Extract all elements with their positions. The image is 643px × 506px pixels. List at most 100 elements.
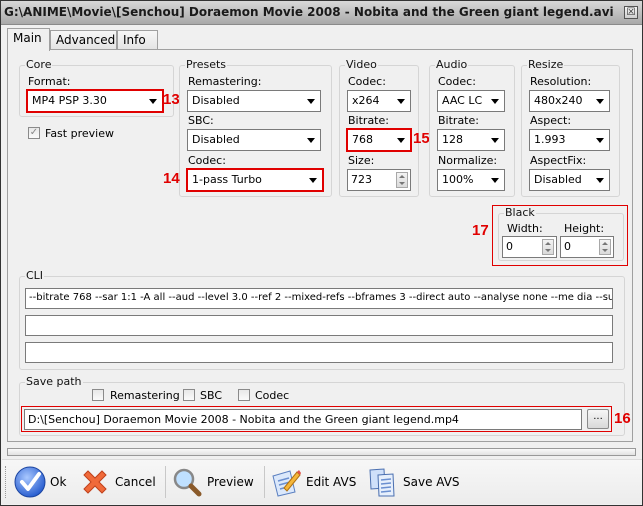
- cli-line-1[interactable]: --bitrate 768 --sar 1:1 -A all --aud --l…: [25, 288, 613, 309]
- chevron-down-icon: [491, 138, 499, 143]
- tab-info[interactable]: Info: [117, 30, 158, 50]
- resolution-select[interactable]: 480x240: [529, 90, 610, 112]
- chevron-down-icon: [307, 99, 315, 104]
- browse-button[interactable]: ...: [587, 409, 609, 429]
- annotation-17: 17: [472, 222, 489, 239]
- video-codec-select[interactable]: x264: [347, 90, 411, 112]
- audio-bitrate-label: Bitrate:: [438, 114, 479, 127]
- aspectfix-label: AspectFix:: [530, 154, 587, 167]
- encoder-window: G:\ANIME\Movie\[Senchou] Doraemon Movie …: [0, 0, 643, 506]
- save-path-input[interactable]: D:\[Senchou] Doraemon Movie 2008 - Nobit…: [24, 409, 582, 430]
- spinner-arrows-icon[interactable]: [396, 172, 408, 188]
- ok-button[interactable]: Ok: [14, 465, 66, 499]
- audio-group: Audio Codec: AAC LC Bitrate: 128 Normali…: [429, 58, 515, 197]
- bottom-toolbar: Ok Cancel Preview Edit AVS Save AVS: [2, 459, 642, 504]
- resolution-label: Resolution:: [530, 75, 592, 88]
- tab-advanced[interactable]: Advanced: [50, 30, 117, 50]
- aspect-select[interactable]: 1.993: [529, 129, 610, 151]
- spinner-arrows-icon[interactable]: [542, 239, 554, 255]
- save-codec-checkbox[interactable]: [238, 389, 250, 401]
- save-avs-label: Save AVS: [403, 475, 460, 489]
- toolbar-grip[interactable]: [5, 466, 8, 498]
- cli-group: CLI --bitrate 768 --sar 1:1 -A all --aud…: [19, 269, 625, 370]
- size-label: Size:: [348, 154, 375, 167]
- window-title: G:\ANIME\Movie\[Senchou] Doraemon Movie …: [4, 5, 614, 19]
- normalize-label: Normalize:: [438, 154, 498, 167]
- black-height-value: 0: [564, 240, 571, 253]
- save-remastering-checkbox[interactable]: [92, 389, 104, 401]
- edit-avs-label: Edit AVS: [306, 475, 357, 489]
- audio-codec-value: AAC LC: [442, 94, 483, 107]
- spinner-arrows-icon[interactable]: [599, 239, 611, 255]
- presets-group-label: Presets: [185, 58, 228, 71]
- sbc-select[interactable]: Disabled: [187, 129, 321, 151]
- core-group: Core Format: MP4 PSP 3.30: [19, 58, 174, 117]
- presets-group: Presets Remastering: Disabled SBC: Disab…: [179, 58, 332, 197]
- remastering-select[interactable]: Disabled: [187, 90, 321, 112]
- chevron-down-icon: [491, 99, 499, 104]
- audio-codec-select[interactable]: AAC LC: [437, 90, 505, 112]
- black-group-label: Black: [504, 206, 536, 219]
- resolution-value: 480x240: [534, 94, 583, 107]
- chevron-down-icon: [397, 99, 405, 104]
- video-codec-value: x264: [352, 94, 380, 107]
- remastering-value: Disabled: [192, 94, 240, 107]
- save-remastering-label: Remastering: [110, 389, 180, 402]
- size-value: 723: [351, 173, 372, 186]
- title-bar: G:\ANIME\Movie\[Senchou] Doraemon Movie …: [1, 1, 642, 25]
- black-width-spinner[interactable]: 0: [502, 236, 557, 258]
- black-width-label: Width:: [507, 222, 543, 235]
- main-tab-page: Core Format: MP4 PSP 3.30 13 ✓ Fast prev…: [7, 49, 633, 442]
- format-select[interactable]: MP4 PSP 3.30: [26, 89, 164, 113]
- video-bitrate-label: Bitrate:: [348, 114, 389, 127]
- save-sbc-label: SBC: [200, 389, 223, 402]
- sbc-value: Disabled: [192, 133, 240, 146]
- toolbar-separator: [165, 466, 166, 498]
- black-height-spinner[interactable]: 0: [560, 236, 614, 258]
- save-sbc-checkbox[interactable]: [183, 389, 195, 401]
- save-avs-button[interactable]: Save AVS: [367, 465, 460, 499]
- fast-preview-checkbox[interactable]: ✓: [28, 127, 40, 139]
- edit-avs-button[interactable]: Edit AVS: [270, 465, 356, 499]
- save-path-group-label: Save path: [25, 375, 83, 388]
- aspectfix-value: Disabled: [534, 173, 582, 186]
- cli-line-2[interactable]: [25, 315, 613, 336]
- remastering-label: Remastering:: [188, 75, 262, 88]
- cancel-label: Cancel: [115, 475, 156, 489]
- audio-group-label: Audio: [435, 58, 469, 71]
- annotation-13: 13: [163, 91, 180, 108]
- chevron-down-icon: [307, 138, 315, 143]
- core-group-label: Core: [25, 58, 53, 71]
- cli-group-label: CLI: [25, 269, 45, 282]
- annotation-16: 16: [614, 410, 631, 427]
- annotation-14: 14: [163, 170, 180, 187]
- progress-bar: [7, 448, 636, 456]
- annotation-15: 15: [413, 130, 430, 147]
- video-codec-label: Codec:: [348, 75, 386, 88]
- save-documents-icon: [369, 468, 395, 497]
- ok-label: Ok: [50, 475, 67, 489]
- chevron-down-icon: [309, 178, 317, 183]
- resize-group-label: Resize: [527, 58, 565, 71]
- preview-label: Preview: [207, 475, 254, 489]
- presets-codec-label: Codec:: [188, 154, 226, 167]
- chevron-down-icon: [397, 138, 405, 143]
- save-codec-label: Codec: [255, 389, 290, 402]
- cancel-button[interactable]: Cancel: [79, 465, 156, 499]
- aspectfix-select[interactable]: Disabled: [529, 169, 610, 191]
- black-height-label: Height:: [564, 222, 605, 235]
- video-bitrate-select[interactable]: 768: [346, 128, 412, 152]
- close-icon[interactable]: ☒: [624, 6, 638, 19]
- black-width-value: 0: [506, 240, 513, 253]
- tab-main[interactable]: Main: [7, 28, 50, 51]
- format-value: MP4 PSP 3.30: [32, 94, 107, 107]
- cli-line-3[interactable]: [25, 342, 613, 363]
- magnifier-icon: [173, 468, 202, 497]
- audio-codec-label: Codec:: [438, 75, 476, 88]
- preview-button[interactable]: Preview: [171, 465, 254, 499]
- presets-codec-select[interactable]: 1-pass Turbo: [186, 168, 324, 192]
- cancel-x-icon: [83, 470, 107, 494]
- size-spinner[interactable]: 723: [347, 169, 411, 191]
- audio-bitrate-select[interactable]: 128: [437, 129, 505, 151]
- normalize-select[interactable]: 100%: [437, 169, 505, 191]
